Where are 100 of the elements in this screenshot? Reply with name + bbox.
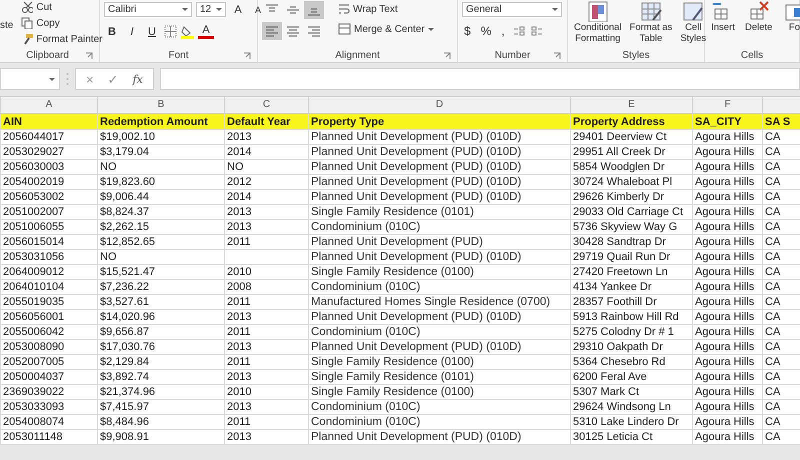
fill-color-icon[interactable] (181, 24, 194, 38)
table-cell: 29401 Deerview Ct (570, 130, 692, 144)
insert-function-button[interactable]: fx (132, 72, 143, 86)
align-left-button[interactable] (262, 22, 282, 40)
align-bottom-button[interactable] (304, 1, 324, 19)
table-cell: $12,852.65 (98, 234, 224, 250)
table-cell: 27420 Freetown Ln (570, 264, 692, 280)
table-cell: 5364 Chesebro Rd (570, 354, 692, 370)
table-cell: 2013 (224, 220, 308, 234)
table-cell: 2010 (224, 264, 308, 280)
caret-icon[interactable] (216, 8, 222, 11)
table-cell: 2011 (224, 414, 308, 430)
percent-button[interactable]: % (478, 23, 494, 39)
table-cell: 5310 Lake Lindero Dr (570, 414, 692, 430)
table-cell: $15,521.47 (98, 264, 224, 280)
underline-button[interactable]: U (144, 24, 160, 39)
table-cell: Condominium (010C) (308, 220, 570, 234)
font-name-dropdown[interactable]: Calibri (104, 2, 192, 17)
column-letter[interactable]: B (98, 96, 224, 114)
table-cell: 30428 Sandtrap Dr (570, 234, 692, 250)
table-cell: 30125 Leticia Ct (570, 430, 692, 444)
table-button[interactable]: Format as Table (628, 0, 674, 44)
bold-button[interactable]: B (104, 24, 120, 39)
table-cell: $7,415.97 (98, 400, 224, 414)
table-cell: 2064009012 (0, 264, 98, 280)
table-cell: 2013 (224, 340, 308, 354)
table-cell: 29626 Kimberly Dr (570, 190, 692, 204)
table-cell: Agoura Hills (692, 264, 762, 280)
table-cell: 29310 Oakpath Dr (570, 340, 692, 354)
table-cell: 2056015014 (0, 234, 98, 250)
table-cell: 6200 Feral Ave (570, 370, 692, 384)
formula-input[interactable] (160, 68, 800, 90)
table-cell: Condominium (010C) (308, 414, 570, 430)
table-cell: CA (762, 174, 800, 190)
table-cell: 2050004037 (0, 370, 98, 384)
table-cell: Planned Unit Development (PUD) (010D) (308, 144, 570, 160)
table-cell: Agoura Hills (692, 220, 762, 234)
conditional-button[interactable]: Conditional Formatting (572, 0, 624, 44)
borders-icon[interactable] (164, 25, 177, 38)
table-cell: 2013 (224, 400, 308, 414)
increase-font-button[interactable]: A (230, 2, 246, 17)
dialog-launcher-icon[interactable] (553, 52, 561, 60)
group-label: Number (494, 50, 530, 61)
table-cell: 2013 (224, 130, 308, 144)
decrease-decimal-icon[interactable] (530, 25, 543, 37)
table-cell: Planned Unit Development (PUD) (010D) (308, 250, 570, 264)
table-cell: 2014 (224, 144, 308, 160)
paste-button[interactable]: ste (0, 0, 16, 32)
dialog-launcher-icon[interactable] (85, 52, 93, 60)
dialog-launcher-icon[interactable] (243, 52, 251, 60)
merge-center-button[interactable]: Merge & Center (336, 22, 436, 36)
table-cell: $3,179.04 (98, 144, 224, 160)
table-cell: 2053031056 (0, 250, 98, 264)
table-grid-icon (638, 0, 663, 22)
font-color-button[interactable]: A (198, 24, 214, 38)
dialog-launcher-icon[interactable] (443, 52, 451, 60)
cut-button[interactable]: Cut (19, 0, 104, 14)
header-cell: Property Type (308, 114, 570, 130)
increase-decimal-icon[interactable] (512, 25, 525, 37)
table-cell: CA (762, 144, 800, 160)
table-cell: Planned Unit Development (PUD) (010D) (308, 310, 570, 324)
table-cell: 28357 Foothill Dr (570, 294, 692, 310)
caret-icon[interactable] (428, 28, 434, 30)
italic-button[interactable]: I (124, 24, 140, 39)
table-cell: Agoura Hills (692, 280, 762, 294)
table-cell: 2051006055 (0, 220, 98, 234)
caret-icon[interactable] (182, 8, 188, 11)
column-letter[interactable]: F (692, 96, 762, 114)
table-cell: $3,892.74 (98, 370, 224, 384)
decrease-font-button[interactable]: A (250, 2, 266, 17)
delete-button[interactable]: Delete (743, 0, 774, 33)
table-cell: CA (762, 190, 800, 204)
font-size-dropdown[interactable]: 12 (196, 2, 226, 17)
table-cell: 5736 Skyview Way G (570, 220, 692, 234)
table-cell: 2064010104 (0, 280, 98, 294)
format-button[interactable]: Fo (780, 0, 800, 33)
column-letter[interactable]: E (570, 96, 692, 114)
align-right-icon (307, 24, 321, 38)
table-cell: $14,020.96 (98, 310, 224, 324)
insert-button[interactable]: Insert (709, 0, 737, 33)
comma-button[interactable]: , (499, 23, 507, 39)
table-cell: CA (762, 264, 800, 280)
table-cell: CA (762, 354, 800, 370)
table-cell: 2053029027 (0, 144, 98, 160)
table-cell: Planned Unit Development (PUD) (010D) (308, 160, 570, 174)
table-cell: 2056030003 (0, 160, 98, 174)
caret-icon[interactable] (552, 8, 558, 11)
column-letter[interactable]: D (308, 96, 570, 114)
painter-button[interactable]: Format Painter (19, 32, 104, 46)
table-cell: CA (762, 414, 800, 430)
column-letter[interactable]: C (224, 96, 308, 114)
caret-icon[interactable] (49, 78, 55, 80)
table-cell: CA (762, 340, 800, 354)
column-letter[interactable]: A (0, 96, 98, 114)
currency-button[interactable]: $ (462, 23, 473, 39)
copy-button[interactable]: Copy (19, 16, 104, 30)
number-format-dropdown[interactable]: General (462, 2, 562, 17)
wrap-text-button[interactable]: Wrap Text (336, 2, 436, 16)
cellstyles-button[interactable]: Cell Styles (678, 0, 708, 44)
header-cell: SA S (762, 114, 800, 130)
